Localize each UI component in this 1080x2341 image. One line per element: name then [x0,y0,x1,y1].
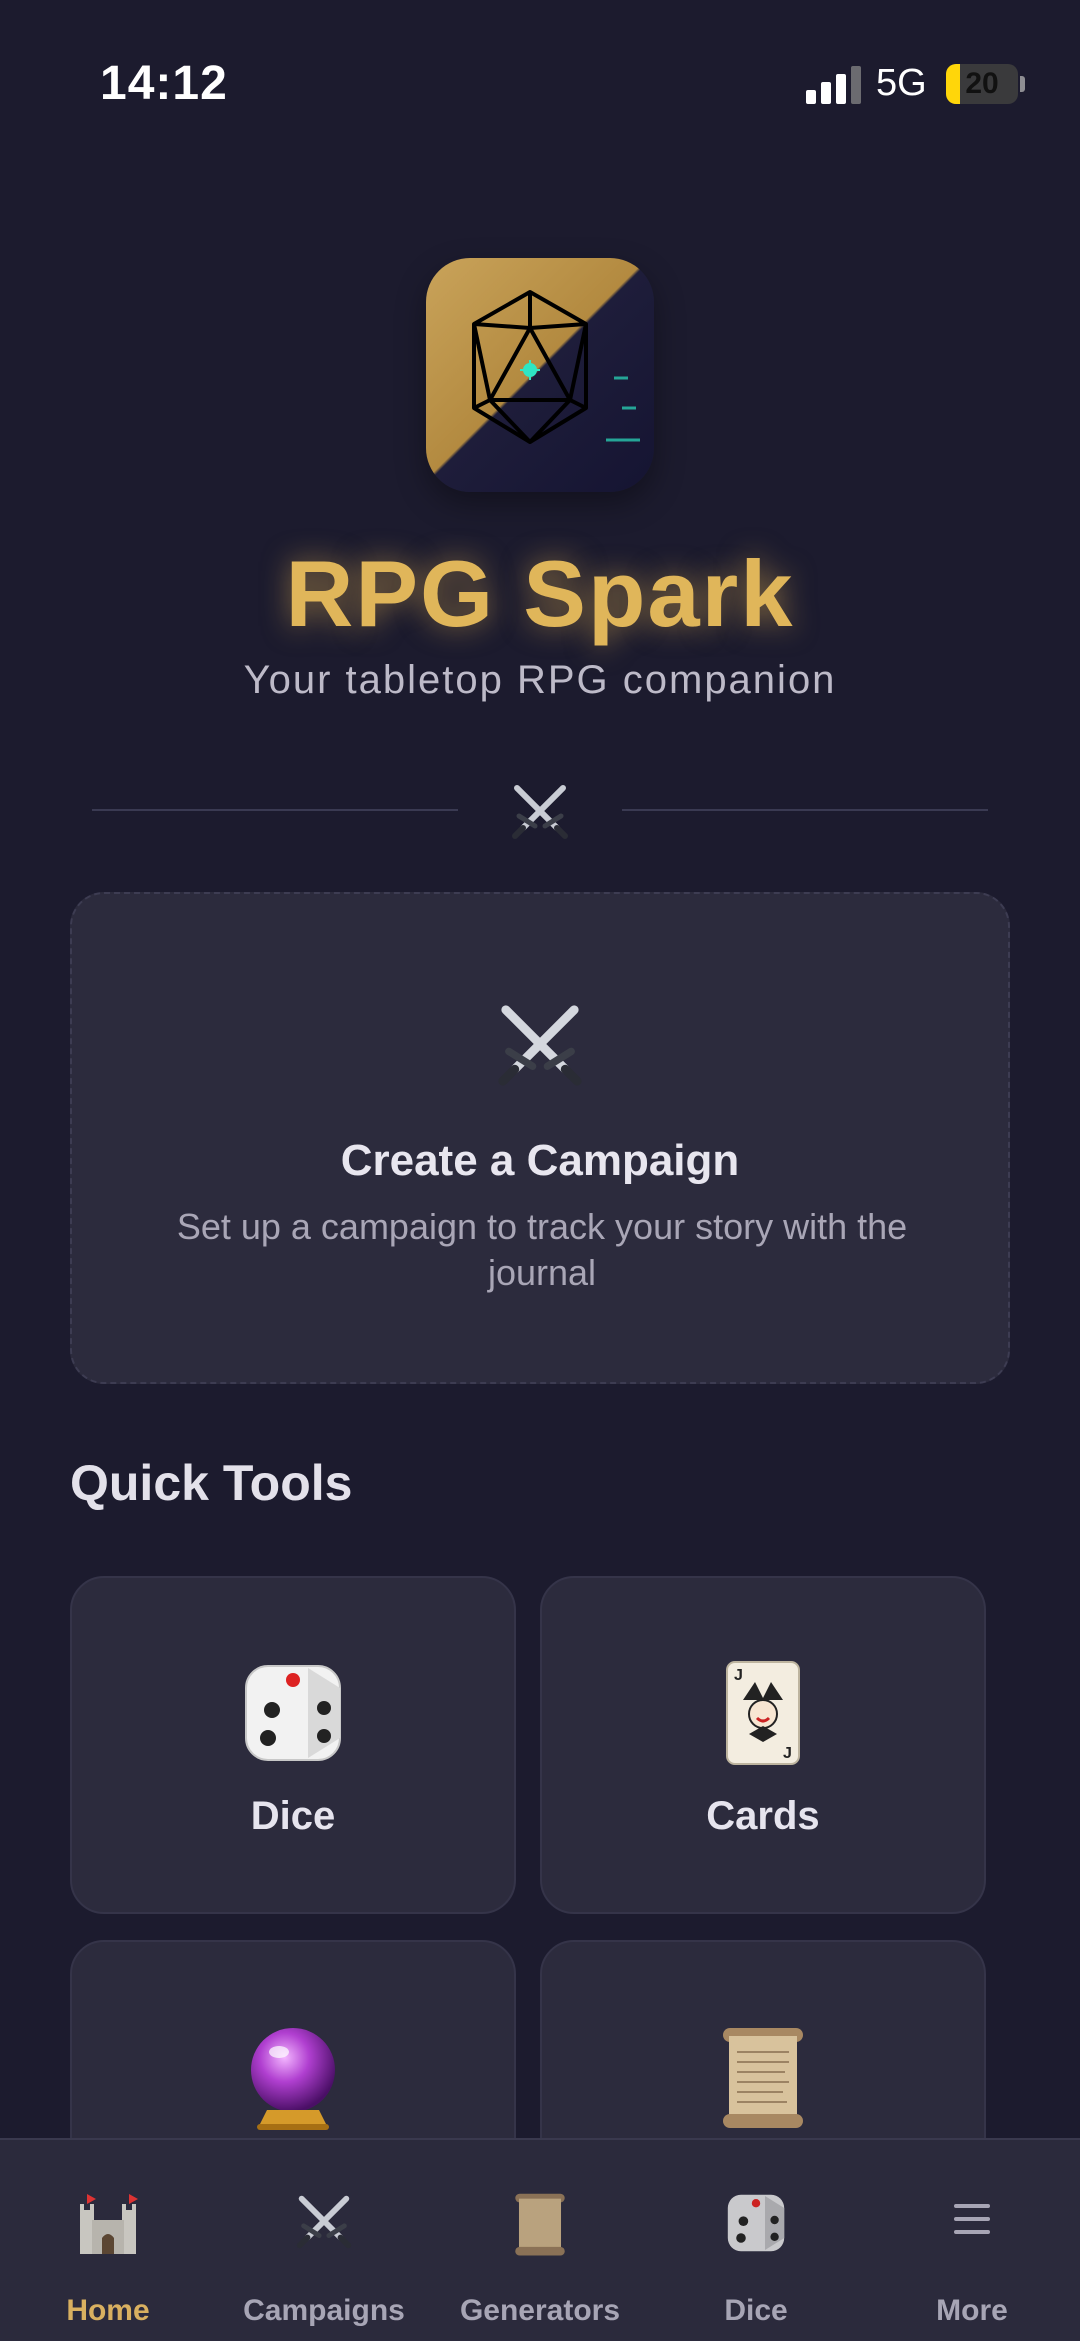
tab-campaigns-label: Campaigns [243,2294,405,2327]
network-type: 5G [876,62,927,104]
tab-generators-label: Generators [459,2294,621,2327]
dice-icon [72,1658,514,1768]
tab-more[interactable]: More [864,2140,1080,2341]
divider-line-left [92,809,458,811]
tab-more-label: More [936,2294,1008,2327]
battery-level: 20 [965,67,999,100]
crystal-ball-icon [72,2022,514,2132]
tab-dice[interactable]: Dice [648,2140,864,2341]
hamburger-menu-icon [864,2190,1080,2262]
crossed-swords-icon [72,994,1008,1094]
crossed-swords-icon [505,780,575,842]
create-campaign-title: Create a Campaign [340,1136,740,1185]
svg-text:J: J [734,1667,743,1684]
battery-cap [1020,76,1025,92]
app-tagline: Your tabletop RPG companion [243,658,837,702]
tab-home[interactable]: Home [0,2140,216,2341]
status-bar: 14:12 5G 20 [0,0,1080,130]
svg-text:J: J [783,1745,792,1762]
divider-line-right [622,809,988,811]
d20-icon [472,290,640,444]
app-logo [426,258,654,492]
battery-icon: 20 [946,64,1018,104]
status-time: 14:12 [100,57,228,110]
tab-campaigns[interactable]: Campaigns [216,2140,432,2341]
scroll-icon [432,2190,648,2262]
dice-tool-card[interactable]: Dice [70,1576,516,1914]
tab-generators[interactable]: Generators [432,2140,648,2341]
cellular-signal-icon [806,66,862,104]
castle-icon [0,2190,216,2262]
create-campaign-description: Set up a campaign to track your story wi… [176,1206,908,1293]
quick-tools-title: Quick Tools [70,1455,353,1511]
crossed-swords-icon [216,2190,432,2262]
dice-icon [648,2190,864,2262]
app-title: RPG Spark [285,541,795,646]
tab-dice-label: Dice [724,2294,788,2327]
dice-tool-label: Dice [250,1794,336,1838]
cards-tool-card[interactable]: J J Cards [540,1576,986,1914]
create-campaign-card[interactable]: Create a Campaign Set up a campaign to t… [70,892,1010,1384]
cards-tool-label: Cards [706,1794,820,1838]
bottom-tab-bar: Home Campaigns Generators Dice More [0,2138,1080,2341]
joker-card-icon: J J [542,1658,984,1768]
tab-home-label: Home [66,2294,150,2327]
scroll-icon [542,2022,984,2132]
